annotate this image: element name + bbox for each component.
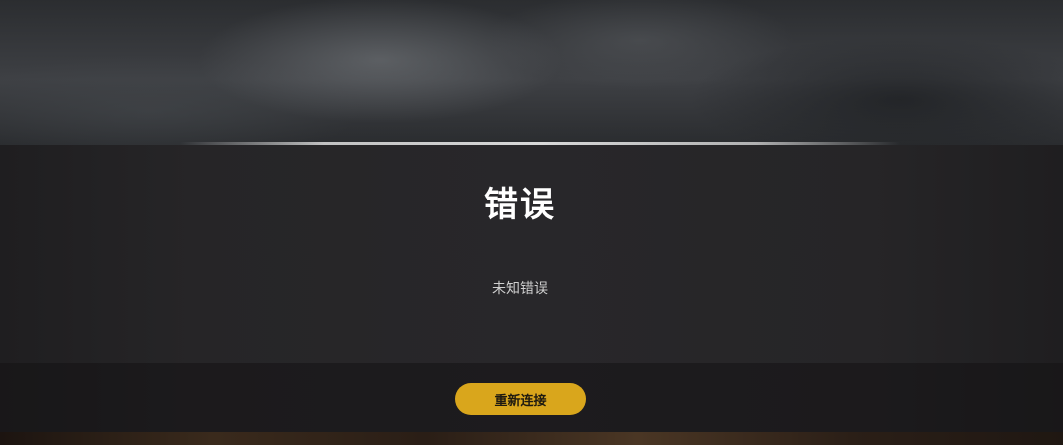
background-footer-image: [0, 432, 1063, 445]
background-sky: [0, 0, 1063, 145]
dialog-footer: 重新连接: [0, 363, 1063, 432]
error-screen: 错误 未知错误 重新连接: [0, 0, 1063, 445]
error-dialog: 错误 未知错误 重新连接: [0, 145, 1063, 432]
dialog-message: 未知错误: [492, 281, 548, 297]
dialog-title: 错误: [484, 185, 556, 225]
reconnect-button[interactable]: 重新连接: [455, 383, 586, 415]
